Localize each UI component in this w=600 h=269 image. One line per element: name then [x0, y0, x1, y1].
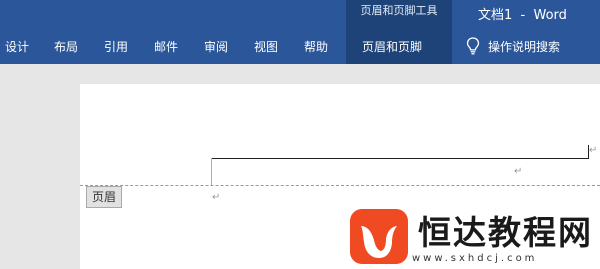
paragraph-mark: ↵: [589, 145, 598, 156]
watermark-url: www.sxhdcj.com: [412, 253, 538, 264]
tab-references[interactable]: 引用: [104, 38, 128, 55]
watermark-site-name: 恒达教程网: [418, 213, 593, 252]
paragraph-mark: ↵: [514, 166, 523, 177]
header-left-margin-marker: [211, 158, 212, 186]
tell-me-search[interactable]: 操作说明搜索: [466, 37, 560, 55]
lightbulb-icon: [466, 37, 480, 55]
watermark-logo-icon: [350, 209, 408, 264]
header-boundary-line: [80, 185, 600, 186]
tab-mailings[interactable]: 邮件: [154, 38, 178, 55]
header-underline: [212, 158, 589, 159]
tab-help[interactable]: 帮助: [304, 38, 328, 55]
context-group-title: 页眉和页脚工具: [360, 4, 438, 17]
tell-me-label: 操作说明搜索: [488, 39, 561, 54]
tab-layout[interactable]: 布局: [54, 38, 78, 55]
tab-view[interactable]: 视图: [254, 38, 278, 55]
tab-header-footer[interactable]: 页眉和页脚: [362, 38, 422, 55]
window-title: 文档1 - Word: [478, 8, 567, 23]
tab-design[interactable]: 设计: [5, 38, 29, 55]
header-label-tag[interactable]: 页眉: [86, 186, 123, 208]
paragraph-mark: ↵: [212, 192, 221, 203]
tab-review[interactable]: 审阅: [204, 38, 228, 55]
